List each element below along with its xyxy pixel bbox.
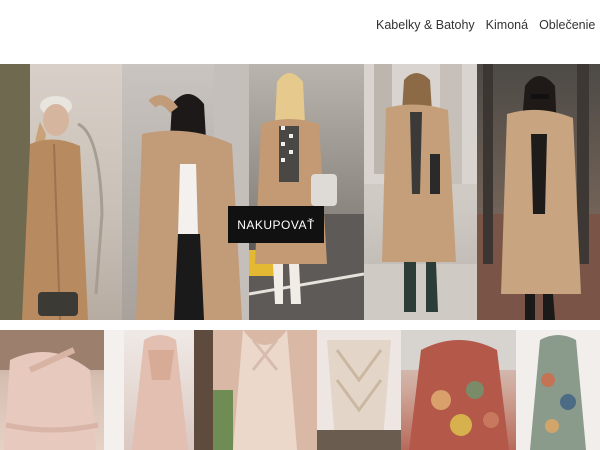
thumbnail-5[interactable] (401, 330, 516, 450)
product-thumbnails (0, 330, 600, 450)
nav-item-handbags-backpacks[interactable]: Kabelky & Batohy (376, 18, 475, 32)
thumbnail-6[interactable] (516, 330, 600, 450)
thumbnail-1[interactable] (0, 330, 104, 450)
thumbnail-3[interactable] (213, 330, 317, 450)
hero-photo-5 (477, 64, 600, 320)
main-nav: Kabelky & Batohy Kimoná Oblečenie O (372, 0, 600, 40)
shop-now-button[interactable]: NAKUPOVAŤ (228, 206, 324, 243)
hero-photo-1 (0, 64, 122, 320)
thumbnail-4[interactable] (317, 330, 401, 450)
hero-photo-3 (249, 64, 364, 320)
nav-item-clothing[interactable]: Oblečenie (539, 18, 595, 32)
thumbnail-2[interactable] (104, 330, 213, 450)
hero-photo-2 (122, 64, 249, 320)
nav-item-kimonos[interactable]: Kimoná (486, 18, 528, 32)
site-header: Kabelky & Batohy Kimoná Oblečenie O (0, 0, 600, 64)
hero-banner: NAKUPOVAŤ (0, 64, 600, 320)
hero-photo-4 (364, 64, 477, 320)
